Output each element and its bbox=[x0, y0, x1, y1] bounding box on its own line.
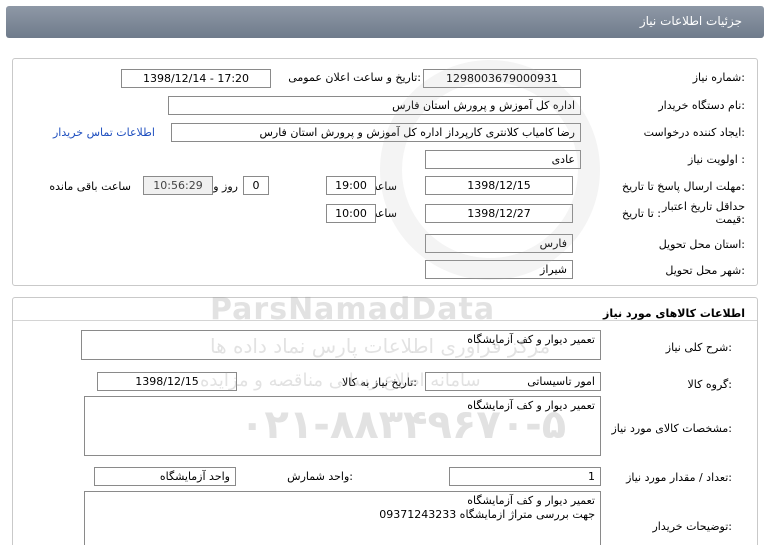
reply-date-field[interactable]: 1398/12/15 bbox=[425, 176, 573, 195]
city-label: شهر محل تحویل: bbox=[665, 264, 745, 277]
page-title: جزئیات اطلاعات نیاز bbox=[639, 14, 742, 28]
goods-section-title: اطلاعات کالاهای مورد نیاز bbox=[603, 307, 745, 320]
buyer-org-label: نام دستگاه خریدار: bbox=[658, 99, 745, 112]
province-field[interactable]: فارس bbox=[425, 234, 573, 253]
group-field[interactable]: امور تاسیساتی bbox=[425, 372, 601, 391]
validity-date-field[interactable]: 1398/12/27 bbox=[425, 204, 573, 223]
requester-label: ایجاد کننده درخواست: bbox=[643, 126, 745, 139]
summary-field[interactable]: تعمیر دیوار و کف آزمایشگاه bbox=[81, 330, 601, 360]
contact-info-link[interactable]: اطلاعات تماس خریدار bbox=[53, 126, 155, 139]
reply-time-field[interactable]: 19:00 bbox=[326, 176, 376, 195]
qty-label: تعداد / مقدار مورد نیاز: bbox=[626, 471, 732, 484]
validity-label-2: قیمت: bbox=[715, 213, 745, 226]
header-bar: جزئیات اطلاعات نیاز bbox=[6, 6, 764, 38]
section-divider bbox=[13, 320, 757, 321]
province-label: استان محل تحویل: bbox=[658, 238, 745, 251]
page-header: جزئیات اطلاعات نیاز bbox=[0, 0, 770, 44]
announce-label: تاریخ و ساعت اعلان عمومی: bbox=[288, 71, 421, 84]
specs-label: مشخصات کالای مورد نیاز: bbox=[611, 422, 732, 435]
announce-field[interactable]: 1398/12/14 - 17:20 bbox=[121, 69, 271, 88]
days-field[interactable]: 0 bbox=[243, 176, 269, 195]
need-date-label: تاریخ نیاز به کالا: bbox=[342, 376, 417, 389]
unit-field[interactable]: واحد آزمایشگاه bbox=[94, 467, 236, 486]
remaining-time-field: 10:56:29 bbox=[143, 176, 213, 195]
goods-panel: اطلاعات کالاهای مورد نیاز شرح کلی نیاز: … bbox=[12, 297, 758, 545]
requester-field[interactable]: رضا کامیاب کلانتری کارپرداز اداره کل آمو… bbox=[171, 123, 581, 142]
need-number-field[interactable]: 1298003679000931 bbox=[423, 69, 581, 88]
remaining-label: ساعت باقی مانده bbox=[49, 180, 131, 193]
group-label: گروه کالا: bbox=[687, 378, 732, 391]
qty-field[interactable]: 1 bbox=[449, 467, 601, 486]
days-label: روز و bbox=[213, 180, 238, 193]
need-info-panel: شماره نیاز: 1298003679000931 تاریخ و ساع… bbox=[12, 58, 758, 286]
unit-label: واحد شمارش: bbox=[287, 470, 353, 483]
priority-label: اولویت نیاز : bbox=[687, 153, 745, 166]
priority-field[interactable]: عادی bbox=[425, 150, 581, 169]
specs-field[interactable]: تعمیر دیوار و کف آزمایشگاه bbox=[84, 396, 601, 456]
validity-label: حداقل تاریخ اعتبار bbox=[661, 200, 745, 213]
validity-until-label: تا تاریخ : bbox=[622, 207, 661, 220]
need-date-field[interactable]: 1398/12/15 bbox=[97, 372, 237, 391]
buyer-notes-field[interactable]: تعمیر دیوار و کف آزمایشگاه جهت بررسی متر… bbox=[84, 491, 601, 545]
reply-deadline-label: مهلت ارسال پاسخ: bbox=[657, 180, 745, 193]
summary-label: شرح کلی نیاز: bbox=[665, 341, 732, 354]
buyer-notes-label: توضیحات خریدار: bbox=[652, 520, 733, 533]
reply-until-label: تا تاریخ : bbox=[622, 180, 661, 193]
city-field[interactable]: شیراز bbox=[425, 260, 573, 279]
validity-time-field[interactable]: 10:00 bbox=[326, 204, 376, 223]
need-number-label: شماره نیاز: bbox=[692, 71, 745, 84]
buyer-org-field[interactable]: اداره کل آموزش و پرورش استان فارس bbox=[168, 96, 581, 115]
